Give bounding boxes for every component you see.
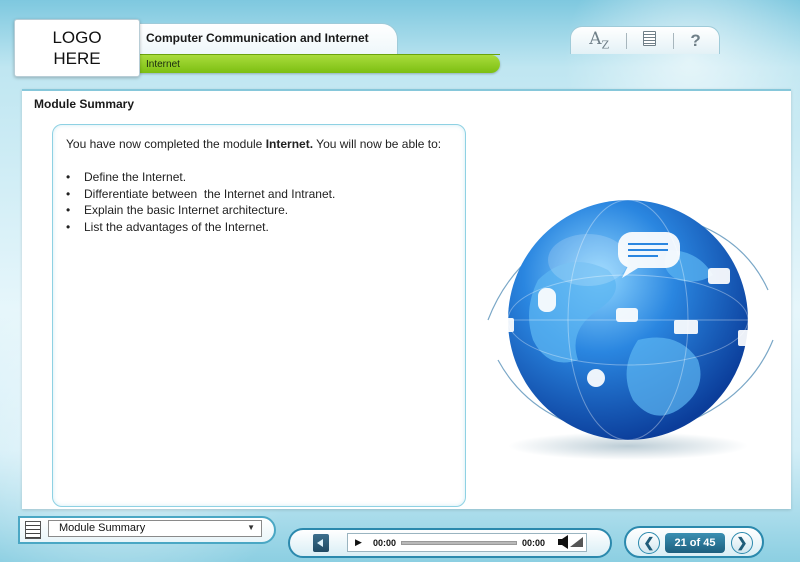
toolbar-divider <box>625 32 627 49</box>
menu-selected-label: Module Summary <box>59 522 146 534</box>
chevron-down-icon: ▼ <box>247 523 255 532</box>
audio-progress-bar[interactable] <box>401 541 517 545</box>
list-item: • Explain the basic Internet architecture… <box>66 202 335 219</box>
course-title: Computer Communication and Internet <box>146 31 369 45</box>
menu-list-icon[interactable] <box>25 521 41 539</box>
audio-transcript-icon[interactable] <box>313 534 329 552</box>
resources-button[interactable] <box>643 30 657 51</box>
objective-text: Define the Internet. <box>84 170 187 184</box>
bullet: • <box>66 170 71 184</box>
toolbar: AZ ? <box>570 26 720 54</box>
bullet: • <box>66 186 71 201</box>
intro-suffix: You will now be able to: <box>313 137 442 151</box>
play-button[interactable]: ▶ <box>355 537 362 548</box>
previous-button[interactable]: ❮ <box>638 532 660 554</box>
volume-icon[interactable] <box>558 535 584 549</box>
intro-prefix: You have now completed the module <box>66 137 266 151</box>
page-title: Module Summary <box>34 97 135 111</box>
toolbar-divider <box>672 32 674 49</box>
audio-current-time: 00:00 <box>373 538 397 548</box>
objectives-list: • Define the Internet. • Differentiate bet… <box>66 169 335 235</box>
intro-module-name: Internet. <box>265 137 314 151</box>
chevron-left-icon: ❮ <box>643 535 655 550</box>
list-item: • Define the Internet. <box>66 169 335 186</box>
page-counter: 21 of 45 <box>665 533 725 553</box>
list-item: • Differentiate between the Internet and … <box>66 186 335 203</box>
objective-text: List the advantages of the Internet. <box>84 219 269 234</box>
module-name: Internet <box>146 59 180 70</box>
bullet: • <box>66 219 71 234</box>
next-button[interactable]: ❯ <box>731 532 753 554</box>
objective-text: Differentiate between the Internet and I… <box>84 186 336 201</box>
globe-icon <box>487 180 774 460</box>
chevron-right-icon: ❯ <box>736 535 748 550</box>
resources-icon <box>643 30 657 46</box>
bullet: • <box>66 203 71 217</box>
glossary-az-icon[interactable]: AZ <box>589 29 609 51</box>
objective-text: Explain the basic Internet architecture. <box>84 203 289 217</box>
menu-dropdown[interactable]: Module Summary ▼ <box>48 520 262 537</box>
summary-intro: You have now completed the module Intern… <box>66 137 441 151</box>
globe-illustration <box>478 170 778 470</box>
help-icon[interactable]: ? <box>690 31 700 51</box>
audio-total-time: 00:00 <box>522 538 546 548</box>
logo-placeholder: LOGO HERE <box>14 19 140 77</box>
list-item: • List the advantages of the Internet. <box>66 219 335 236</box>
module-bar <box>138 54 500 73</box>
